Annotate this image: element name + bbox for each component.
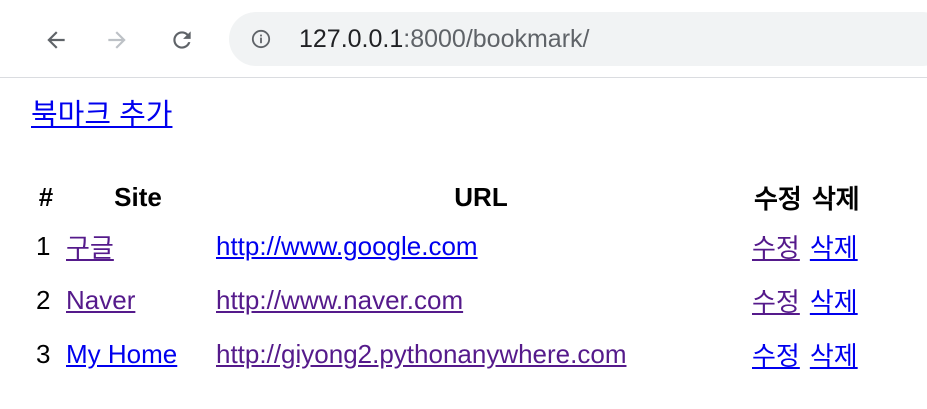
edit-link[interactable]: 수정 [752,341,800,371]
url-link[interactable]: http://www.naver.com [216,285,463,315]
forward-button[interactable] [97,20,137,60]
edit-link[interactable]: 수정 [752,287,800,317]
add-bookmark-link[interactable]: 북마크 추가 [31,97,172,133]
header-number: # [38,181,54,212]
row-number: 3 [36,338,51,369]
bookmark-table: # Site URL 수정 삭제 1 구글 http://www.google.… [28,175,866,381]
back-button[interactable] [36,20,76,60]
table-row: 3 My Home http://giyong2.pythonanywhere.… [30,327,864,381]
site-link[interactable]: 구글 [66,233,114,263]
url-path: :8000/bookmark/ [403,25,590,53]
header-delete: 삭제 [811,183,860,214]
row-number: 1 [36,230,51,261]
url-link[interactable]: http://www.google.com [216,231,478,261]
reload-button[interactable] [162,20,202,60]
reload-icon [173,31,191,49]
delete-link[interactable]: 삭제 [810,341,858,371]
page-content: 북마크 추가 # Site URL 수정 삭제 1 구글 http://www.… [0,79,927,409]
site-link[interactable]: My Home [66,339,177,369]
info-icon[interactable] [251,29,271,49]
header-edit: 수정 [754,183,802,214]
header-url: URL [454,181,508,212]
edit-link[interactable]: 수정 [752,233,800,263]
url-host: 127.0.0.1 [299,25,404,53]
url-link[interactable]: http://giyong2.pythonanywhere.com [216,339,626,369]
browser-toolbar: 127.0.0.1:8000/bookmark/ [0,0,927,78]
arrow-left-icon [47,31,65,49]
site-link[interactable]: Naver [66,285,135,315]
table-header-row: # Site URL 수정 삭제 [30,175,864,219]
table-row: 2 Naver http://www.naver.com 수정 삭제 [30,273,864,327]
row-number: 2 [36,284,51,315]
delete-link[interactable]: 삭제 [810,233,858,263]
address-bar[interactable]: 127.0.0.1:8000/bookmark/ [229,12,927,66]
url-text[interactable]: 127.0.0.1:8000/bookmark/ [299,25,589,53]
header-site: Site [114,181,162,212]
table-row: 1 구글 http://www.google.com 수정 삭제 [30,219,864,273]
delete-link[interactable]: 삭제 [810,287,858,317]
arrow-right-icon [108,31,126,49]
